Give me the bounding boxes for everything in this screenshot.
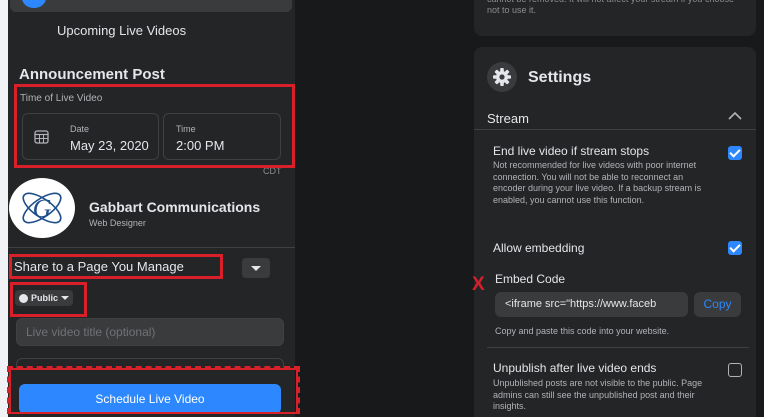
setup-info-text: cannot be removed. It will not affect yo… — [487, 0, 734, 15]
live-video-title-input[interactable] — [16, 318, 284, 346]
unpublish-checkbox[interactable] — [728, 363, 742, 377]
chevron-up-icon[interactable] — [728, 111, 742, 121]
nav-item-icon — [22, 0, 46, 8]
annotation-x-mark: X — [472, 274, 485, 295]
gabbart-logo-icon: G — [22, 192, 62, 224]
page-avatar: G — [9, 178, 75, 238]
nav-item-active[interactable] — [10, 0, 292, 12]
setup-info-card: cannot be removed. It will not affect yo… — [474, 0, 756, 36]
page-name: Gabbart Communications — [89, 199, 261, 215]
embed-code-field[interactable]: <iframe src="https://www.faceb — [495, 292, 688, 317]
end-live-option-title: End live video if stream stops — [493, 144, 650, 158]
copy-embed-button[interactable]: Copy — [694, 292, 741, 317]
annotation-share-box — [9, 254, 223, 279]
settings-icon-container — [487, 62, 517, 92]
settings-panel: Settings Stream End live video if stream… — [474, 47, 756, 417]
window-edge — [0, 0, 8, 417]
embed-code-label: Embed Code — [495, 272, 566, 286]
share-destination-dropdown[interactable] — [242, 258, 270, 278]
settings-divider — [474, 129, 756, 130]
gear-icon — [493, 68, 511, 86]
end-live-checkbox[interactable] — [728, 146, 742, 160]
section-divider — [8, 247, 295, 248]
annotation-public-box — [10, 282, 87, 317]
unpublish-option-title: Unpublish after live video ends — [493, 361, 657, 375]
settings-title: Settings — [528, 69, 592, 86]
logo-letter: G — [33, 194, 52, 223]
unpublish-option-desc: Unpublished posts are not visible to the… — [493, 378, 703, 411]
announcement-post-title: Announcement Post — [19, 66, 165, 83]
embed-code-help: Copy and paste this code into your websi… — [495, 326, 670, 336]
allow-embedding-title: Allow embedding — [493, 241, 585, 255]
annotation-schedule-outline — [9, 368, 298, 414]
end-live-option-desc: Not recommended for live videos with poo… — [493, 160, 702, 205]
page-role: Web Designer — [89, 218, 146, 228]
settings-divider — [487, 347, 749, 348]
allow-embedding-checkbox[interactable] — [728, 241, 742, 255]
nav-item-upcoming-live-videos[interactable]: Upcoming Live Videos — [57, 23, 186, 38]
annotation-time-box — [14, 84, 295, 168]
stream-section-toggle[interactable]: Stream — [487, 111, 529, 126]
create-live-panel: Upcoming Live Videos Announcement Post T… — [8, 0, 295, 417]
